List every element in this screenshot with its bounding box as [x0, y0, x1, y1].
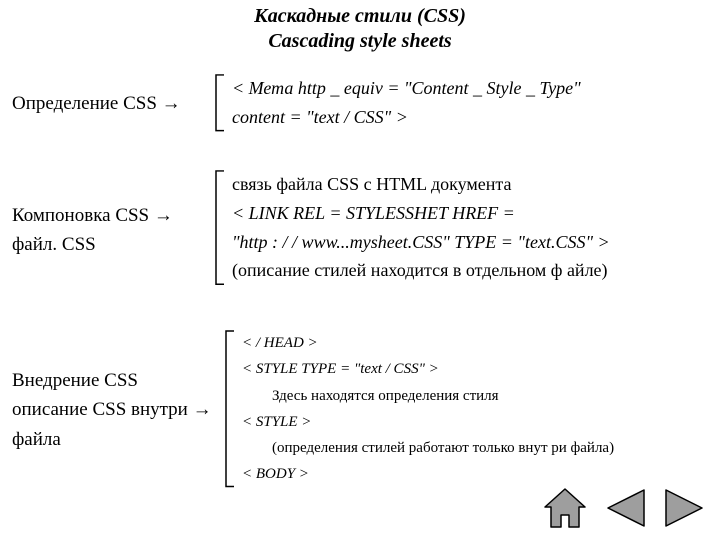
section-label: Определение CSS → [12, 74, 212, 134]
left-bracket-icon [212, 74, 226, 132]
home-icon [542, 486, 588, 530]
body-line: связь файла CSS с HTML документа [232, 170, 720, 199]
section-body: < / HEAD > < STYLE TYPE = "text / CSS" >… [222, 330, 720, 488]
body-line: content = "text / CSS" > [232, 103, 720, 132]
left-bracket-icon [212, 170, 226, 285]
body-line: < BODY > [242, 461, 720, 487]
body-line: < STYLE TYPE = "text / CSS" > [242, 356, 720, 382]
body-line: (описание стилей находится в отдельном ф… [232, 256, 720, 285]
prev-button[interactable] [602, 486, 648, 530]
body-line: < LINK REL = STYLESSHET HREF = [232, 199, 720, 228]
body-lines: < / HEAD > < STYLE TYPE = "text / CSS" >… [242, 330, 720, 488]
left-bracket-icon [222, 330, 236, 488]
body-line: "http : / / www...mysheet.CSS" TYPE = "t… [232, 228, 720, 257]
section-body: связь файла CSS с HTML документа < LINK … [212, 170, 720, 285]
body-lines: связь файла CSS с HTML документа < LINK … [232, 170, 720, 285]
label-line: файла [12, 425, 222, 454]
section-link: Компоновка CSS → файл. CSS связь файла C… [12, 170, 720, 290]
title-en: Cascading style sheets [268, 30, 451, 52]
section-body: < Мета http _ equiv = "Content _ Style _… [212, 74, 720, 132]
body-line: < Мета http _ equiv = "Content _ Style _… [232, 74, 720, 103]
body-line: < STYLE > [242, 409, 720, 435]
next-icon [662, 486, 708, 530]
next-button[interactable] [662, 486, 708, 530]
label-line: Внедрение CSS [12, 366, 222, 395]
label-line: описание CSS внутри → [12, 395, 222, 424]
body-line: Здесь находятся определения стиля [242, 383, 720, 409]
label-line: Компоновка CSS → [12, 201, 212, 230]
section-label: Компоновка CSS → файл. CSS [12, 170, 212, 290]
body-line: (определения стилей работают только внут… [242, 435, 720, 461]
title-ru: Каскадные стили (CSS) [254, 5, 466, 27]
label-line: файл. CSS [12, 230, 212, 259]
section-label: Внедрение CSS описание CSS внутри → файл… [12, 330, 222, 490]
prev-icon [602, 486, 648, 530]
slide-title: Каскадные стили (CSS) Cascading style sh… [0, 4, 720, 54]
home-button[interactable] [542, 486, 588, 530]
section-embed: Внедрение CSS описание CSS внутри → файл… [12, 330, 720, 490]
section-definition: Определение CSS → < Мета http _ equiv = … [12, 74, 720, 134]
label-line: Определение CSS → [12, 89, 212, 118]
slide: Каскадные стили (CSS) Cascading style sh… [0, 0, 720, 540]
body-line: < / HEAD > [242, 330, 720, 356]
body-lines: < Мета http _ equiv = "Content _ Style _… [232, 74, 720, 132]
nav-bar [542, 486, 708, 530]
